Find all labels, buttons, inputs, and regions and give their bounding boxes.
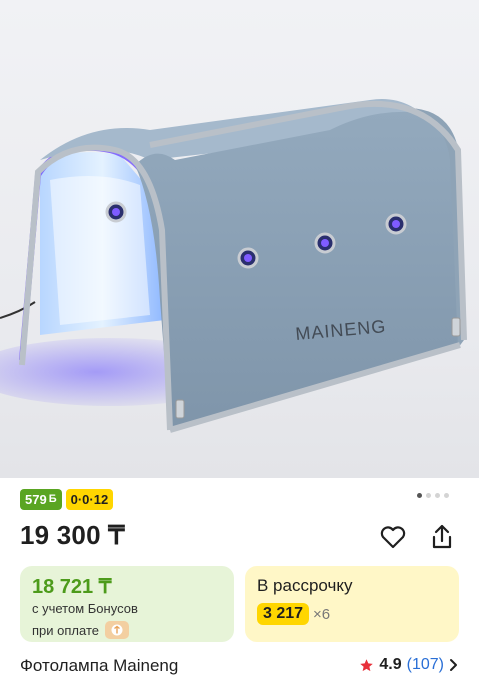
product-title-row: Фотолампа Maineng 4.9 (107) bbox=[20, 656, 459, 678]
bonus-price-card[interactable]: 18 721 ₸ с учетом Бонусов при оплате bbox=[20, 566, 234, 642]
pager-dot[interactable] bbox=[444, 493, 449, 498]
installment-amount: 3 217 bbox=[257, 603, 310, 625]
installment-plan: 3 217 ×6 bbox=[257, 603, 330, 625]
bonus-badge-amount: 579 bbox=[25, 492, 47, 507]
product-price: 19 300 ₸ bbox=[20, 520, 125, 550]
bonus-payment-label: при оплате bbox=[32, 622, 99, 638]
installment-card[interactable]: В рассрочку 3 217 ×6 bbox=[245, 566, 459, 642]
installment-badge: 0·0·12 bbox=[65, 489, 114, 510]
lamp-illustration: MAINENG bbox=[0, 99, 467, 433]
promo-badges: 579 Б 0·0·12 bbox=[20, 489, 114, 510]
product-title: Фотолампа Maineng bbox=[20, 656, 179, 675]
bonus-badge-symbol: Б bbox=[48, 493, 57, 505]
star-icon bbox=[360, 658, 374, 671]
share-icon bbox=[432, 524, 452, 549]
installment-title: В рассрочку bbox=[257, 576, 353, 595]
gallery-pager[interactable] bbox=[417, 493, 449, 498]
heart-icon bbox=[380, 526, 406, 549]
pager-dot[interactable] bbox=[435, 493, 440, 498]
bonus-note: с учетом Бонусов bbox=[32, 601, 138, 616]
payment-method-icon bbox=[104, 621, 129, 639]
bonus-badge: 579 Б bbox=[20, 489, 62, 510]
favorite-button[interactable] bbox=[378, 522, 408, 552]
installment-multiplier: ×6 bbox=[313, 605, 331, 623]
rating-link[interactable]: 4.9 (107) bbox=[359, 656, 459, 674]
review-count: (107) bbox=[406, 656, 444, 673]
rating-value: 4.9 bbox=[379, 656, 402, 673]
chevron-right-icon bbox=[450, 659, 457, 671]
pager-dot[interactable] bbox=[426, 493, 431, 498]
bonus-price: 18 721 ₸ bbox=[32, 576, 112, 598]
bonus-payment-note: при оплате bbox=[32, 621, 129, 639]
product-image[interactable]: MAINENG bbox=[0, 0, 479, 478]
pager-dot[interactable] bbox=[417, 493, 422, 498]
share-button[interactable] bbox=[427, 522, 457, 552]
